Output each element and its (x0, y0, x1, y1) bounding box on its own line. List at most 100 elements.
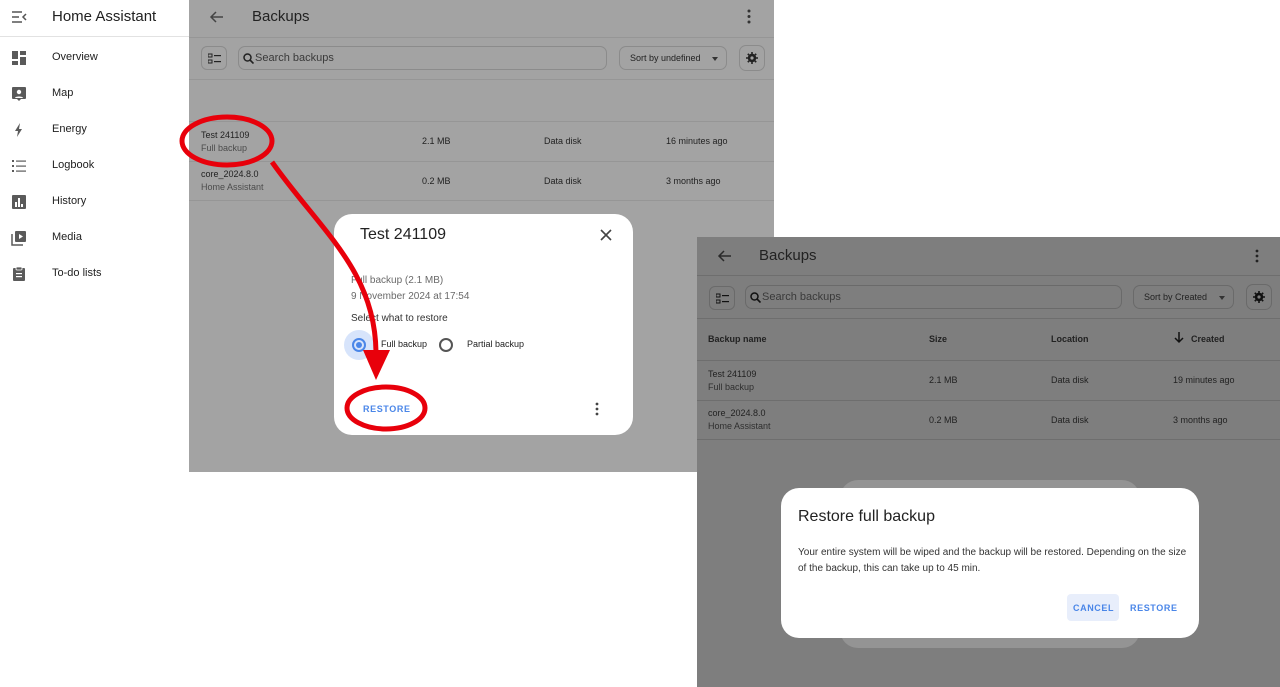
filter-list-icon (716, 293, 729, 304)
sidebar-item-media[interactable]: Media (0, 223, 189, 253)
app-title: Home Assistant (52, 8, 157, 25)
dialog-title: Restore full backup (798, 508, 935, 525)
table-row[interactable]: Test 241109 Full backup 2.1 MB Data disk… (697, 361, 1280, 400)
chart-icon (12, 195, 26, 209)
table-row[interactable]: core_2024.8.0 Home Assistant 0.2 MB Data… (189, 162, 774, 200)
search-input[interactable]: Search backups (238, 46, 607, 70)
divider (189, 79, 774, 80)
backup-location: Data disk (544, 136, 582, 146)
backup-created: 16 minutes ago (666, 136, 728, 146)
lightning-icon (15, 123, 22, 137)
backups-page-right: Backups Search backups Sort by Created B… (697, 237, 1280, 687)
column-header-location[interactable]: Location (1051, 334, 1089, 344)
page-title: Backups (252, 8, 310, 25)
sort-label: Sort by Created (1144, 292, 1208, 302)
column-header-created[interactable]: Created (1191, 334, 1225, 344)
filter-button[interactable] (201, 46, 227, 70)
filter-button[interactable] (709, 286, 735, 310)
backup-name: core_2024.8.0 (201, 169, 259, 179)
sidebar-item-logbook[interactable]: Logbook (0, 151, 189, 181)
chevron-down-icon (712, 57, 718, 61)
sidebar-item-label: Energy (52, 123, 87, 135)
sidebar: Home Assistant Overview Map Energy Logbo… (0, 0, 189, 687)
sidebar-item-energy[interactable]: Energy (0, 115, 189, 145)
backup-date: 9 November 2024 at 17:54 (351, 291, 470, 302)
sidebar-item-overview[interactable]: Overview (0, 43, 189, 73)
backup-name: core_2024.8.0 (708, 408, 766, 418)
confirm-restore-button[interactable]: RESTORE (1130, 603, 1178, 613)
search-placeholder: Search backups (762, 291, 841, 303)
sidebar-item-map[interactable]: Map (0, 79, 189, 109)
backup-location: Data disk (1051, 415, 1089, 425)
overflow-menu-icon[interactable] (1255, 249, 1259, 263)
sidebar-item-label: Logbook (52, 159, 95, 171)
radio-full-backup-label: Full backup (381, 339, 428, 349)
column-header-name[interactable]: Backup name (708, 334, 767, 344)
backup-created: 19 minutes ago (1173, 375, 1235, 385)
radio-partial-backup-label: Partial backup (467, 339, 525, 349)
backup-created: 3 months ago (1173, 415, 1228, 425)
overflow-menu-icon[interactable] (747, 9, 751, 24)
dashboard-icon (12, 51, 26, 65)
backup-size: 0.2 MB (422, 176, 451, 186)
search-placeholder: Search backups (255, 52, 334, 64)
table-row[interactable]: core_2024.8.0 Home Assistant 0.2 MB Data… (697, 401, 1280, 439)
sidebar-item-label: Media (52, 231, 82, 243)
search-input[interactable]: Search backups (745, 285, 1122, 309)
sort-label: Sort by undefined (630, 53, 701, 63)
dialog-title: Test 241109 (360, 226, 446, 243)
restore-button[interactable]: RESTORE (363, 404, 411, 414)
backup-type: Full backup (201, 143, 248, 153)
divider (189, 200, 774, 201)
restore-prompt: Select what to restore (351, 313, 448, 324)
restore-dialog: Test 241109 Full backup (2.1 MB) 9 Novem… (334, 214, 633, 435)
menu-collapse-icon[interactable] (10, 8, 28, 26)
backup-created: 3 months ago (666, 176, 721, 186)
settings-button[interactable] (1246, 284, 1272, 310)
backup-size: 2.1 MB (422, 136, 451, 146)
back-arrow-icon[interactable] (716, 249, 732, 263)
gear-icon (746, 52, 758, 64)
table-row[interactable]: Test 241109 Full backup 2.1 MB Data disk… (189, 122, 774, 161)
sort-select[interactable]: Sort by undefined (619, 46, 727, 70)
backup-name: Test 241109 (201, 130, 250, 140)
sidebar-header: Home Assistant (0, 0, 189, 37)
backup-type: Home Assistant (201, 182, 264, 192)
backup-size: 0.2 MB (929, 415, 958, 425)
map-icon (12, 87, 26, 101)
close-icon[interactable] (599, 228, 613, 242)
media-icon (11, 231, 26, 246)
divider (697, 318, 1280, 319)
sidebar-item-history[interactable]: History (0, 187, 189, 217)
cancel-button[interactable]: CANCEL (1067, 594, 1119, 621)
column-header-size[interactable]: Size (929, 334, 947, 344)
sidebar-item-label: Map (52, 87, 74, 99)
divider (697, 275, 1280, 276)
sidebar-item-todo[interactable]: To-do lists (0, 259, 189, 289)
divider (189, 37, 774, 38)
radio-full-backup[interactable] (352, 338, 366, 352)
search-icon (750, 292, 761, 303)
list-icon (12, 160, 26, 172)
back-arrow-icon[interactable] (208, 10, 224, 24)
sidebar-item-label: Overview (52, 51, 98, 63)
overflow-menu-icon[interactable] (595, 402, 599, 416)
cancel-button-label: CANCEL (1073, 603, 1115, 613)
backup-size: 2.1 MB (929, 375, 958, 385)
radio-partial-backup[interactable] (439, 338, 453, 352)
dialog-body: Your entire system will be wiped and the… (798, 547, 1187, 574)
divider (697, 439, 1280, 440)
filter-list-icon (208, 53, 221, 64)
sidebar-item-label: History (52, 195, 87, 207)
sort-descending-icon[interactable] (1174, 331, 1184, 344)
backup-type: Full backup (708, 382, 755, 392)
sidebar-item-label: To-do lists (52, 267, 102, 279)
clipboard-icon (13, 266, 25, 281)
chevron-down-icon (1219, 296, 1225, 300)
settings-button[interactable] (739, 45, 765, 71)
sort-select[interactable]: Sort by Created (1133, 285, 1234, 309)
backup-name: Test 241109 (708, 369, 757, 379)
search-icon (243, 53, 254, 64)
backup-summary: Full backup (2.1 MB) (351, 275, 444, 286)
backup-type: Home Assistant (708, 421, 771, 431)
